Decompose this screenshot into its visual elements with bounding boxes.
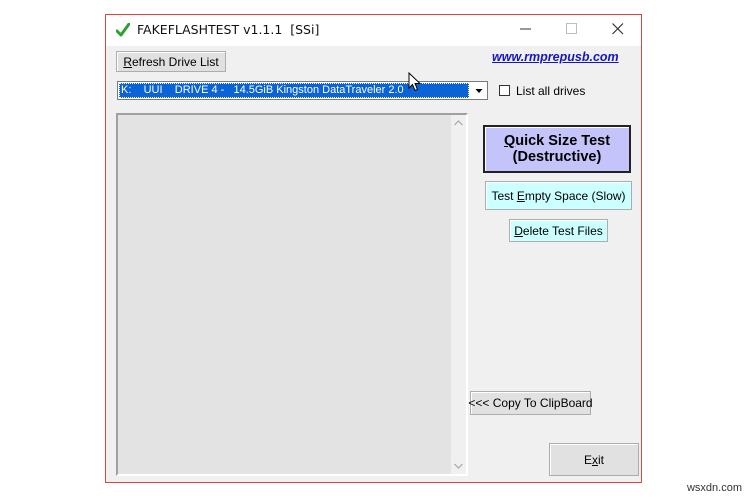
checkmark-icon (116, 23, 130, 37)
title-bar[interactable]: FAKEFLASHTEST v1.1.1 [SSi] (106, 15, 641, 46)
copy-to-clipboard-button[interactable]: <<< Copy To ClipBoard (468, 391, 593, 415)
maximize-icon (566, 23, 577, 34)
refresh-drive-list-button[interactable]: Refresh Drive List (116, 51, 226, 72)
close-button[interactable] (595, 15, 641, 44)
quick-size-test-button[interactable]: Quick Size Test (Destructive) (483, 125, 631, 173)
website-link[interactable]: www.rmprepusb.com (492, 50, 619, 64)
close-icon (612, 23, 624, 35)
refresh-label: Refresh Drive List (123, 54, 219, 69)
watermark-text: wsxdn.com (686, 482, 742, 494)
test-empty-space-label: Test Empty Space (Slow) (491, 188, 626, 203)
chevron-down-icon[interactable] (454, 463, 463, 469)
test-empty-space-button[interactable]: Test Empty Space (Slow) (485, 181, 632, 210)
minimize-button[interactable] (503, 15, 549, 44)
exit-button[interactable]: Exit (549, 443, 639, 476)
quick-size-test-label: Quick Size Test (503, 133, 611, 149)
delete-test-files-button[interactable]: Delete Test Files (509, 219, 608, 242)
drive-select[interactable]: K: UUI DRIVE 4 - 14.5GiB Kingston DataTr… (117, 81, 488, 100)
delete-test-files-label: Delete Test Files (514, 223, 603, 238)
quick-size-test-sublabel: (Destructive) (512, 149, 602, 165)
minimize-icon (520, 28, 531, 30)
exit-label: Exit (583, 452, 604, 467)
app-window: FAKEFLASHTEST v1.1.1 [SSi] Refresh Drive… (105, 14, 642, 483)
list-all-drives-label: List all drives (516, 84, 586, 98)
maximize-button[interactable] (549, 15, 595, 44)
window-title: FAKEFLASHTEST v1.1.1 [SSi] (137, 22, 320, 37)
list-all-drives-checkbox[interactable] (499, 85, 510, 96)
results-output-area[interactable] (116, 113, 468, 476)
mouse-pointer-icon (408, 72, 422, 92)
chevron-up-icon[interactable] (454, 120, 463, 126)
chevron-down-icon[interactable] (472, 83, 486, 98)
vertical-scrollbar[interactable] (451, 115, 466, 474)
